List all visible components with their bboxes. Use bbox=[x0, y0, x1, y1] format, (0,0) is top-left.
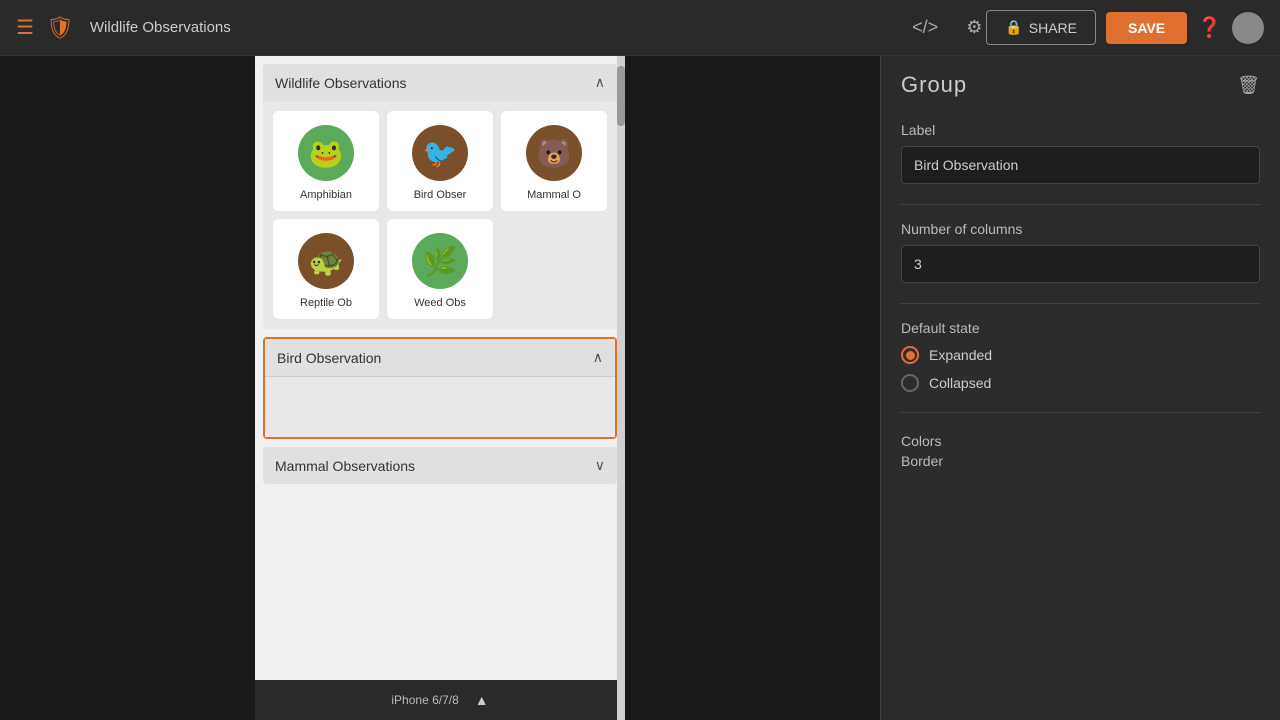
mammal-label: Mammal O bbox=[527, 189, 581, 201]
collapsed-radio[interactable] bbox=[901, 374, 919, 392]
reptile-label: Reptile Ob bbox=[300, 297, 352, 309]
columns-property: Number of columns bbox=[901, 221, 1260, 283]
delete-icon[interactable]: 🗑 bbox=[1237, 75, 1260, 96]
topbar: ☰ 🛡 Wildlife Observations </> ⚙ 🔒 SHARE … bbox=[0, 0, 1280, 56]
mammal-observations-group: Mammal Observations ∨ bbox=[263, 447, 617, 484]
divider bbox=[901, 412, 1260, 413]
chevron-up-icon[interactable]: ∧ bbox=[593, 349, 603, 366]
bird-group-header[interactable]: Bird Observation ∧ bbox=[265, 339, 615, 377]
main-area: Wildlife Observations ∧ 🐸 Amphibian 🐦 Bi… bbox=[0, 56, 1280, 720]
expanded-radio[interactable] bbox=[901, 346, 919, 364]
avatar[interactable] bbox=[1232, 12, 1264, 44]
label-property: Label bbox=[901, 122, 1260, 184]
expanded-label: Expanded bbox=[929, 347, 992, 363]
bird-label: Bird Obser bbox=[414, 189, 467, 201]
list-item[interactable]: 🌿 Weed Obs bbox=[387, 219, 493, 319]
expanded-option[interactable]: Expanded bbox=[901, 346, 1260, 364]
shield-icon: 🛡 bbox=[46, 15, 74, 41]
bird-group-content bbox=[265, 377, 615, 437]
chevron-down-icon[interactable]: ∨ bbox=[595, 457, 605, 474]
amphibian-label: Amphibian bbox=[300, 189, 352, 201]
topbar-left: ☰ 🛡 Wildlife Observations bbox=[16, 15, 908, 41]
weed-icon: 🌿 bbox=[412, 233, 468, 289]
topbar-right: 🔒 SHARE SAVE ❓ bbox=[986, 10, 1264, 45]
border-label: Border bbox=[901, 453, 1260, 469]
divider bbox=[901, 204, 1260, 205]
list-item[interactable]: 🐢 Reptile Ob bbox=[273, 219, 379, 319]
expand-icon[interactable]: ▲ bbox=[475, 692, 489, 708]
collapsed-option[interactable]: Collapsed bbox=[901, 374, 1260, 392]
columns-label: Number of columns bbox=[901, 221, 1260, 237]
wildlife-group-title: Wildlife Observations bbox=[275, 75, 407, 91]
scrollbar-thumb bbox=[617, 66, 625, 126]
scrollbar[interactable] bbox=[617, 56, 625, 720]
right-panel: Group 🗑 Label Number of columns Default … bbox=[880, 56, 1280, 720]
list-item[interactable]: 🐸 Amphibian bbox=[273, 111, 379, 211]
lock-icon: 🔒 bbox=[1005, 19, 1022, 36]
phone-content: Wildlife Observations ∧ 🐸 Amphibian 🐦 Bi… bbox=[255, 56, 625, 680]
wildlife-group-header[interactable]: Wildlife Observations ∧ bbox=[263, 64, 617, 101]
default-state-radio-group: Expanded Collapsed bbox=[901, 346, 1260, 392]
save-button[interactable]: SAVE bbox=[1106, 12, 1187, 44]
phone-frame: Wildlife Observations ∧ 🐸 Amphibian 🐦 Bi… bbox=[255, 56, 625, 720]
chevron-up-icon[interactable]: ∧ bbox=[595, 74, 605, 91]
mammal-group-title: Mammal Observations bbox=[275, 458, 415, 474]
divider bbox=[901, 303, 1260, 304]
default-state-property: Default state Expanded Collapsed bbox=[901, 320, 1260, 392]
menu-icon[interactable]: ☰ bbox=[16, 15, 34, 40]
amphibian-icon: 🐸 bbox=[298, 125, 354, 181]
radio-dot bbox=[906, 351, 915, 360]
share-button[interactable]: 🔒 SHARE bbox=[986, 10, 1096, 45]
label-input[interactable] bbox=[901, 146, 1260, 184]
settings-button[interactable]: ⚙ bbox=[962, 13, 986, 42]
colors-label: Colors bbox=[901, 433, 1260, 449]
right-panel-header: Group 🗑 bbox=[901, 72, 1260, 98]
code-button[interactable]: </> bbox=[908, 13, 942, 42]
collapsed-label: Collapsed bbox=[929, 375, 991, 391]
wildlife-observations-group: Wildlife Observations ∧ 🐸 Amphibian 🐦 Bi… bbox=[263, 64, 617, 329]
label-field-label: Label bbox=[901, 122, 1260, 138]
list-item[interactable]: 🐻 Mammal O bbox=[501, 111, 607, 211]
app-title: Wildlife Observations bbox=[90, 19, 231, 36]
list-item[interactable]: 🐦 Bird Obser bbox=[387, 111, 493, 211]
colors-section: Colors Border bbox=[901, 433, 1260, 469]
mammal-group-header[interactable]: Mammal Observations ∨ bbox=[263, 447, 617, 484]
reptile-icon: 🐢 bbox=[298, 233, 354, 289]
bird-group-title: Bird Observation bbox=[277, 350, 381, 366]
phone-bottom-bar: iPhone 6/7/8 ▲ bbox=[255, 680, 625, 720]
columns-input[interactable] bbox=[901, 245, 1260, 283]
device-label: iPhone 6/7/8 bbox=[391, 693, 458, 707]
preview-panel: Wildlife Observations ∧ 🐸 Amphibian 🐦 Bi… bbox=[0, 56, 880, 720]
mammal-icon: 🐻 bbox=[526, 125, 582, 181]
wildlife-grid: 🐸 Amphibian 🐦 Bird Obser 🐻 Mammal O bbox=[263, 101, 617, 329]
weed-label: Weed Obs bbox=[414, 297, 466, 309]
panel-title: Group bbox=[901, 72, 967, 98]
default-state-label: Default state bbox=[901, 320, 1260, 336]
help-icon[interactable]: ❓ bbox=[1197, 15, 1222, 40]
topbar-center: </> ⚙ bbox=[908, 13, 986, 42]
bird-icon: 🐦 bbox=[412, 125, 468, 181]
bird-observation-group[interactable]: Bird Observation ∧ bbox=[263, 337, 617, 439]
